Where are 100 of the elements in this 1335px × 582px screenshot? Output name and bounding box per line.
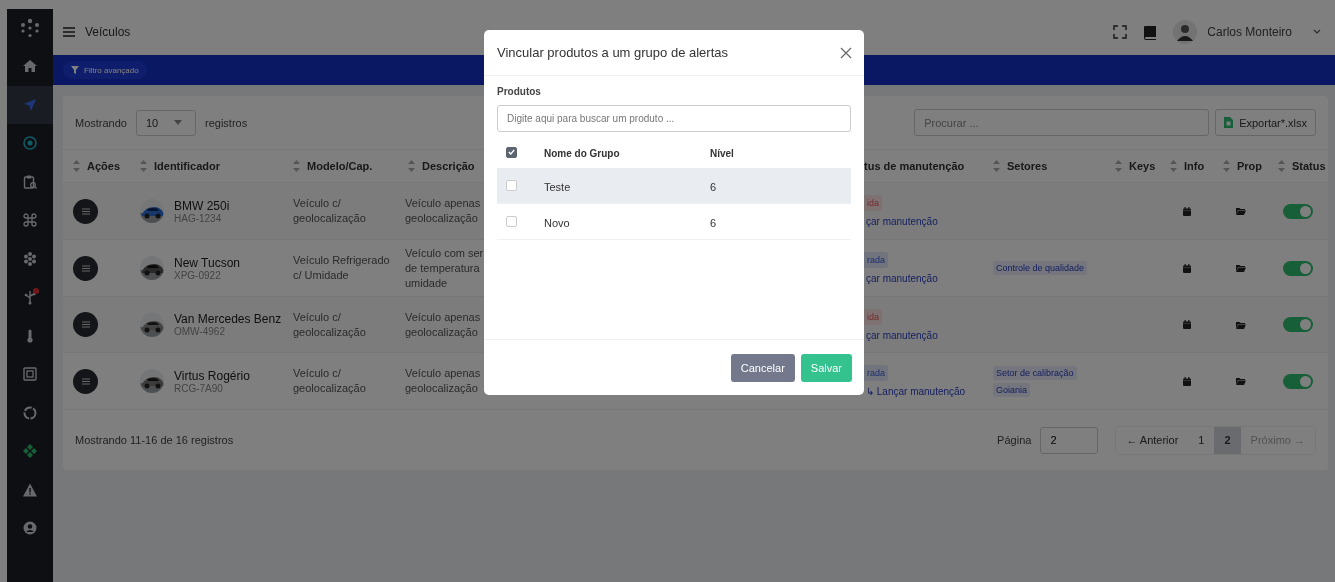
status-badge: ida [864, 195, 882, 211]
sort-icon[interactable] [140, 160, 147, 172]
ring-icon [22, 404, 38, 421]
page-title: Veículos [85, 25, 131, 39]
funnel-icon [71, 66, 79, 74]
sort-icon[interactable] [1223, 160, 1230, 172]
column-header[interactable]: Keys [1129, 160, 1156, 172]
close-icon[interactable] [840, 46, 852, 59]
table-cell: Veículo apenas geolocalização [405, 196, 481, 226]
table-cell-text: Veículo c/ geolocalização [293, 196, 367, 226]
column-header: Nível [710, 148, 734, 159]
filter-button[interactable]: Filtro avançado [63, 61, 147, 79]
calendar-icon[interactable] [1182, 206, 1191, 216]
hexagon-cluster-icon [22, 250, 38, 267]
column-header[interactable]: tus de manutenção [864, 160, 965, 172]
check-icon [508, 149, 515, 155]
maintenance-link[interactable]: ↳ Lançar manutenção [864, 386, 966, 397]
column-header[interactable]: Identificador [154, 160, 220, 172]
menu-icon [81, 377, 90, 385]
sort-icon[interactable] [1115, 160, 1122, 172]
calendar-icon[interactable] [1182, 376, 1191, 386]
field-label: Produtos [497, 86, 542, 97]
cancel-button[interactable]: Cancelar [730, 353, 795, 382]
status-toggle[interactable] [1283, 260, 1313, 276]
command-key-icon [22, 212, 38, 229]
search-field[interactable]: Procurar ... [914, 109, 1210, 136]
table-cell-text: Veículo c/ geolocalização [293, 309, 367, 340]
column-header[interactable]: Ações [87, 160, 121, 172]
plate-number: XPG-0922 [174, 269, 222, 281]
maintenance-link[interactable]: çar manutenção [864, 329, 938, 341]
table-cell: Novo [544, 216, 570, 229]
actions-button[interactable] [73, 198, 98, 224]
book-icon[interactable] [1143, 24, 1158, 40]
fullscreen-icon[interactable] [1113, 25, 1128, 39]
notification-dot [33, 288, 39, 294]
status-badge: ida [864, 308, 882, 325]
diamond-cluster-icon [22, 443, 38, 460]
caret-icon[interactable] [1313, 29, 1321, 35]
spreadsheet-file-icon [1224, 117, 1234, 128]
export-button[interactable]: Exportar*.xlsx [1215, 109, 1316, 136]
plate-number: OMW-4962 [174, 326, 226, 337]
column-header[interactable]: Descrição [422, 160, 475, 172]
maintenance-link[interactable]: çar manutenção [864, 216, 938, 227]
logo-icon[interactable] [19, 17, 41, 39]
save-button[interactable]: Salvar [800, 353, 852, 382]
table-cell-text: Veículo c/ geolocalização [293, 366, 367, 396]
sort-icon[interactable] [293, 160, 300, 172]
user-menu[interactable]: Carlos Monteiro [1207, 25, 1292, 39]
menu-icon [81, 321, 90, 328]
sort-icon[interactable] [408, 160, 415, 172]
status-toggle[interactable] [1283, 317, 1313, 332]
calendar-icon[interactable] [1182, 320, 1191, 329]
column-header[interactable]: Info [1184, 160, 1205, 172]
maintenance-link[interactable]: çar manutenção [864, 273, 938, 284]
clipboard-search-icon [22, 173, 38, 190]
menu-icon [81, 264, 90, 272]
vehicle-name: BMW 250i [174, 198, 230, 213]
page-field[interactable]: 2 [1040, 426, 1099, 454]
product-search-field[interactable]: Digite aqui para buscar um produto ... [497, 105, 851, 132]
table-cell: 6 [710, 216, 717, 229]
actions-button[interactable] [73, 368, 98, 394]
status-toggle[interactable] [1283, 373, 1313, 389]
table-cell: Teste [544, 180, 571, 193]
sort-icon[interactable] [73, 160, 80, 172]
actions-button[interactable] [73, 255, 98, 281]
page-label: Página [997, 434, 1032, 446]
warning-icon [22, 481, 38, 498]
avatar-icon[interactable] [1173, 20, 1198, 44]
status-badge: rada [864, 252, 888, 268]
page-size-select[interactable]: 10 [136, 109, 196, 136]
status-toggle[interactable] [1283, 203, 1313, 219]
column-header[interactable]: Setores [1007, 160, 1048, 172]
table-row[interactable]: Novo 6 [497, 204, 851, 240]
actions-button[interactable] [73, 312, 98, 337]
folder-icon[interactable] [1235, 320, 1246, 329]
column-header[interactable]: Prop [1237, 160, 1263, 172]
records-summary: Mostrando 11-16 de 16 registros [75, 434, 234, 446]
folder-icon[interactable] [1235, 207, 1246, 215]
checkbox[interactable] [506, 146, 517, 158]
folder-icon[interactable] [1235, 264, 1246, 272]
column-header[interactable]: Status [1292, 160, 1326, 172]
sort-icon[interactable] [993, 160, 1000, 172]
vehicle-name: Van Mercedes Benz [174, 312, 282, 326]
status-badge: rada [864, 365, 888, 381]
navigation-arrow-icon [22, 96, 38, 113]
column-header[interactable]: Modelo/Cap. [307, 160, 373, 172]
menu-icon[interactable] [63, 27, 75, 37]
table-row[interactable]: Teste 6 [497, 168, 851, 204]
sort-icon[interactable] [1278, 160, 1285, 172]
sort-icon[interactable] [1170, 160, 1177, 172]
folder-icon[interactable] [1235, 377, 1246, 385]
vehicle-name: Virtus Rogério [174, 368, 250, 383]
pagination-button[interactable]: 2 [1214, 426, 1241, 454]
home-icon [22, 58, 38, 75]
records-label: registros [205, 116, 248, 129]
table-cell: Veículo apenas geolocalização [405, 309, 481, 340]
user-circle-icon [22, 520, 38, 537]
table-cell-text: Veículo Refrigerado c/ Umidade [293, 253, 391, 283]
sector-tag: Goiania [993, 382, 1031, 397]
calendar-icon[interactable] [1182, 263, 1191, 273]
